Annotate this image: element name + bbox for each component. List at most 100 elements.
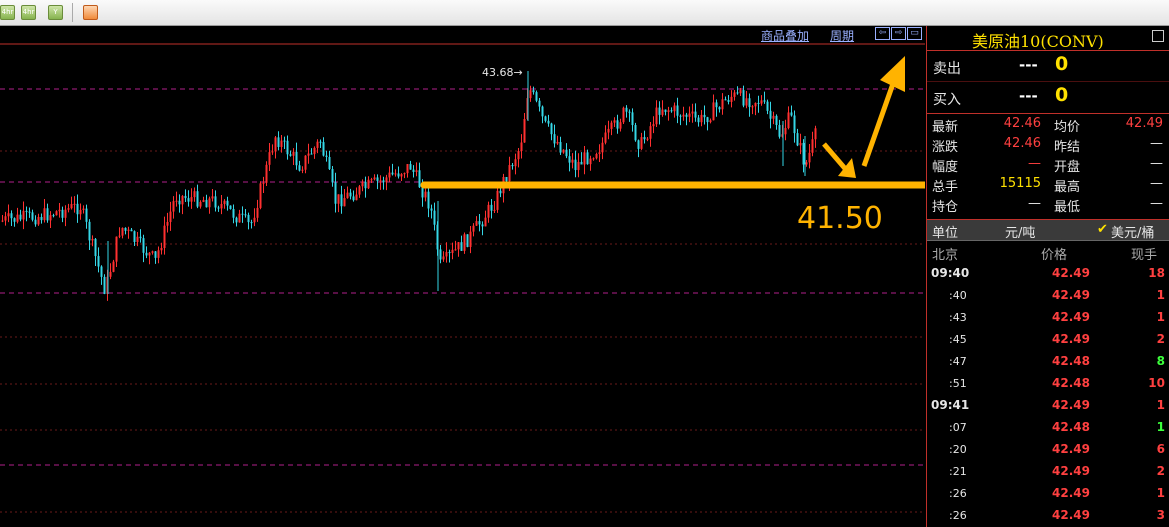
candle-body [793,115,796,134]
scroll-right-icon[interactable]: ⇨ [891,27,906,40]
period-link[interactable]: 周期 [830,27,854,44]
candle-body [721,99,724,110]
high-price-marker: 43.68→ [482,66,523,79]
window-layout-icon[interactable]: ▭ [907,27,922,40]
scroll-left-icon[interactable]: ⇦ [875,27,890,40]
tick-price: 42.49 [1052,310,1090,324]
candle-body [724,99,727,101]
candle-body [283,140,286,142]
candle-body [43,208,46,221]
candle-body [595,153,598,159]
candle-body [334,182,337,204]
candle-body [547,120,550,124]
candle-body [46,208,49,221]
candle-body [748,98,751,107]
candle-body [466,234,469,247]
candle-body [517,150,520,160]
tick-time: :47 [949,355,967,368]
candle-body [607,128,610,133]
instrument-title: 美原油10(CONV) [972,32,1104,51]
maximize-icon[interactable] [1152,30,1164,42]
unit-cny[interactable]: 元/吨 [1005,222,1035,241]
candle-body [433,210,436,225]
tick-row: :26 42.49 3 [927,505,1169,527]
candle-body [706,117,709,123]
low-label: 最低 [1054,200,1081,215]
candle-body [289,154,292,156]
candle-body [667,110,670,112]
candle-body [328,157,331,170]
candle-body [622,107,625,123]
candle-body [511,165,514,167]
candlestick-chart[interactable]: 商品叠加 周期 ⇦ ⇨ ▭ 43.68→ 41.50 [0,26,925,527]
candle-body [88,221,91,241]
candle-body [580,161,583,165]
candle-body [259,183,262,208]
candle-body [64,209,67,218]
candle-body [583,152,586,165]
change-value: 42.46 [1003,136,1041,151]
candle-body [370,179,373,181]
open-interest-value: — [1028,196,1041,211]
candle-body [397,173,400,177]
candle-body [388,172,391,178]
candle-body [208,198,211,208]
candle-body [685,114,688,117]
candle-body [496,190,499,210]
candle-body [616,120,619,129]
candle-body [157,250,160,258]
candle-body [463,234,466,251]
candle-body [40,217,43,221]
candle-body [376,177,379,181]
candle-body [61,209,64,218]
sell-label: 卖出 [933,61,961,77]
candle-body [148,252,151,256]
candle-body [562,149,565,153]
toolbar-button-1[interactable]: 4hr [0,5,15,20]
overlay-commodity-link[interactable]: 商品叠加 [761,27,809,44]
candle-body [145,252,148,256]
candle-body [475,221,478,226]
tick-row: :21 42.49 2 [927,461,1169,483]
candle-body [190,197,193,202]
candle-body [589,158,592,165]
candle-body [337,194,340,204]
toolbar-button-3[interactable]: Y [48,5,63,20]
candle-body [439,249,442,260]
candle-body [586,152,589,165]
candle-body [601,142,604,153]
candle-body [250,222,253,224]
candle-body [343,198,346,207]
candle-body [373,177,376,180]
candle-body [313,147,316,155]
candle-body [1,220,4,222]
candle-body [268,152,271,165]
candle-body [94,238,97,257]
candle-body [676,105,679,116]
candle-body [481,224,484,227]
candle-body [409,164,412,170]
table-icon[interactable] [83,5,98,20]
candle-body [628,111,631,113]
candle-body [625,107,628,112]
tick-row: :47 42.48 8 [927,351,1169,373]
avg-value: 42.49 [1125,116,1163,131]
candle-body [247,214,250,223]
candle-body [682,114,685,117]
candle-body [619,122,622,129]
candle-body [118,235,121,237]
candle-body [355,194,358,201]
tick-time: :45 [949,333,967,346]
candle-body [331,169,334,183]
unit-selector[interactable]: 单位 元/吨 ✔ 美元/桶 [927,220,1169,241]
candle-body [472,225,475,232]
unit-usd[interactable]: 美元/桶 [1111,222,1154,241]
candle-body [223,200,226,204]
toolbar-button-2[interactable]: 4hr [21,5,36,20]
candle-body [457,242,460,250]
tick-row: :20 42.49 6 [927,439,1169,461]
candle-body [394,173,397,175]
tick-time: :43 [949,311,967,324]
tick-volume: 1 [1156,486,1165,500]
candle-body [634,125,637,141]
